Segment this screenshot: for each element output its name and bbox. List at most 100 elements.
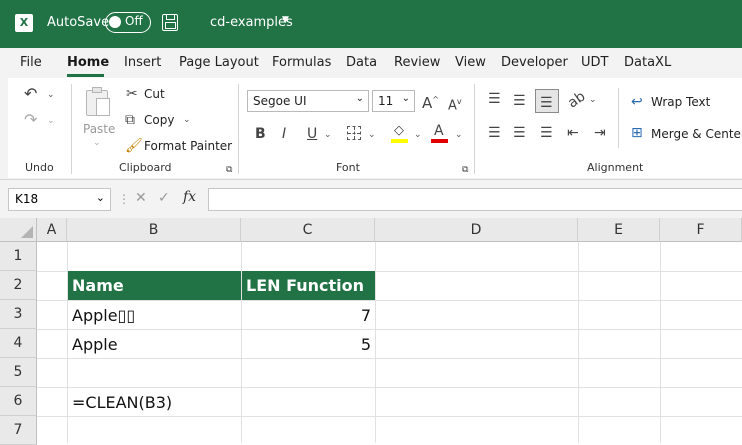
formula-bar: K18 ⌄ ⋮ ✕ ✓ fx	[0, 180, 742, 218]
cell-b6[interactable]: =CLEAN(B3)	[68, 388, 268, 417]
row-header-6[interactable]: 6	[0, 387, 37, 416]
fill-color-dropdown-icon[interactable]: ⌄	[414, 130, 422, 140]
worksheet-grid: A B C D E F 1 2 3 4 5 6 7 Name LEN Funct…	[0, 218, 742, 445]
font-color-dropdown-icon[interactable]: ⌄	[455, 130, 463, 140]
italic-button[interactable]: I	[282, 126, 286, 142]
format-painter-button[interactable]: Format Painter	[144, 139, 232, 153]
column-header-f[interactable]: F	[660, 218, 742, 242]
ribbon: ↶ ⌄ ↷ ⌄ Undo Paste ⌄ ✂ Cut ⧉ Copy ⌄ 🖌 Fo…	[0, 78, 742, 180]
borders-icon[interactable]	[347, 126, 361, 140]
font-color-glyph: A	[434, 123, 444, 139]
wrap-text-icon[interactable]: ↩	[631, 94, 643, 110]
redo-dropdown-icon[interactable]: ⌄	[47, 116, 55, 126]
tab-page-layout[interactable]: Page Layout	[179, 55, 259, 70]
font-launcher-icon[interactable]: ⧉	[462, 162, 468, 178]
cancel-icon[interactable]: ✕	[135, 190, 147, 206]
align-left-icon[interactable]: ☰	[488, 125, 501, 141]
select-all-button[interactable]	[0, 218, 37, 242]
formula-buttons: ✕ ✓ fx	[130, 188, 204, 211]
group-label-undo: Undo	[25, 161, 54, 174]
cell-c4[interactable]: 5	[242, 330, 375, 359]
redo-icon[interactable]: ↷	[24, 112, 37, 128]
cut-button[interactable]: Cut	[144, 87, 165, 101]
cell-b4[interactable]: Apple	[68, 330, 241, 359]
copy-dropdown-icon[interactable]: ⌄	[183, 115, 191, 125]
tab-formulas[interactable]: Formulas	[272, 55, 331, 70]
font-color-icon[interactable]: A	[431, 123, 449, 143]
underline-button[interactable]: U	[307, 126, 317, 142]
group-label-font: Font	[336, 161, 360, 174]
copy-button[interactable]: Copy	[144, 113, 174, 127]
cell-b2[interactable]: Name	[68, 271, 241, 300]
column-header-a[interactable]: A	[37, 218, 67, 242]
bold-button[interactable]: B	[255, 126, 266, 142]
align-bottom-button[interactable]: ☰	[535, 89, 559, 113]
copy-icon[interactable]: ⧉	[125, 112, 135, 128]
align-center-icon[interactable]: ☰	[513, 125, 526, 141]
cell-c3[interactable]: 7	[242, 301, 375, 330]
column-header-d[interactable]: D	[375, 218, 578, 242]
chevron-down-icon: ⌄	[401, 93, 410, 104]
merge-center-icon[interactable]: ⊞	[631, 125, 643, 141]
group-label-clipboard: Clipboard	[119, 161, 172, 174]
align-right-icon[interactable]: ☰	[540, 125, 553, 141]
clipboard-launcher-icon[interactable]: ⧉	[226, 162, 232, 178]
paste-icon[interactable]	[84, 86, 110, 118]
enter-icon[interactable]: ✓	[158, 190, 170, 206]
chevron-down-icon: ⌄	[95, 191, 105, 204]
name-box[interactable]: K18 ⌄	[8, 188, 111, 211]
tab-data[interactable]: Data	[346, 55, 377, 70]
row-header-5[interactable]: 5	[0, 358, 37, 387]
shrink-font-icon[interactable]: Av	[448, 94, 462, 114]
chevron-down-icon[interactable]: ▼	[282, 15, 289, 25]
row-header-2[interactable]: 2	[0, 271, 37, 300]
row-header-3[interactable]: 3	[0, 300, 37, 329]
orientation-dropdown-icon[interactable]: ⌄	[589, 95, 597, 105]
paste-dropdown-icon[interactable]: ⌄	[93, 138, 101, 148]
grow-font-icon[interactable]: A^	[422, 92, 439, 111]
cell-b3[interactable]: Apple▯▯	[68, 301, 241, 330]
tab-udt[interactable]: UDT	[581, 55, 608, 70]
column-header-e[interactable]: E	[578, 218, 660, 242]
column-header-b[interactable]: B	[67, 218, 241, 242]
tab-insert[interactable]: Insert	[124, 55, 161, 70]
chevron-down-icon: ⌄	[355, 93, 364, 104]
undo-dropdown-icon[interactable]: ⌄	[47, 90, 55, 100]
autosave-toggle[interactable]: Off	[105, 12, 151, 33]
active-tab-indicator	[67, 74, 104, 77]
tab-dataxl[interactable]: DataXL	[624, 55, 671, 70]
tab-view[interactable]: View	[455, 55, 486, 70]
row-header-1[interactable]: 1	[0, 242, 37, 271]
underline-dropdown-icon[interactable]: ⌄	[324, 130, 332, 140]
format-painter-icon[interactable]: 🖌	[125, 138, 143, 154]
row-header-4[interactable]: 4	[0, 329, 37, 358]
insert-function-button[interactable]: fx	[183, 189, 196, 205]
row-header-7[interactable]: 7	[0, 416, 37, 445]
grow-font-glyph: A	[422, 94, 433, 112]
merge-center-button[interactable]: Merge & Center	[651, 127, 742, 141]
wrap-text-button[interactable]: Wrap Text	[651, 95, 710, 109]
font-size-select[interactable]: 11 ⌄	[372, 90, 415, 112]
document-title[interactable]: cd-examples	[210, 15, 293, 30]
decrease-indent-icon[interactable]: ⇤	[567, 125, 579, 141]
save-icon[interactable]	[162, 14, 178, 31]
align-top-icon[interactable]: ☰	[488, 91, 501, 107]
tab-home[interactable]: Home	[67, 55, 109, 70]
increase-indent-icon[interactable]: ⇥	[594, 125, 606, 141]
tab-file[interactable]: File	[20, 55, 42, 70]
cut-icon[interactable]: ✂	[126, 86, 138, 102]
font-name-select[interactable]: Segoe UI ⌄	[247, 90, 369, 112]
fill-color-icon[interactable]: ◇	[391, 123, 409, 143]
paste-button-label[interactable]: Paste	[83, 122, 115, 136]
column-header-c[interactable]: C	[241, 218, 375, 242]
tab-developer[interactable]: Developer	[501, 55, 568, 70]
borders-dropdown-icon[interactable]: ⌄	[368, 130, 376, 140]
undo-icon[interactable]: ↶	[24, 86, 37, 102]
group-divider	[618, 88, 619, 148]
cell-c2[interactable]: LEN Function	[242, 271, 375, 300]
title-bar: X AutoSave Off cd-examples ▼	[0, 0, 742, 48]
formula-input[interactable]	[208, 188, 742, 211]
tab-review[interactable]: Review	[394, 55, 440, 70]
font-size-value: 11	[378, 94, 394, 108]
align-middle-icon[interactable]: ☰	[513, 93, 526, 109]
